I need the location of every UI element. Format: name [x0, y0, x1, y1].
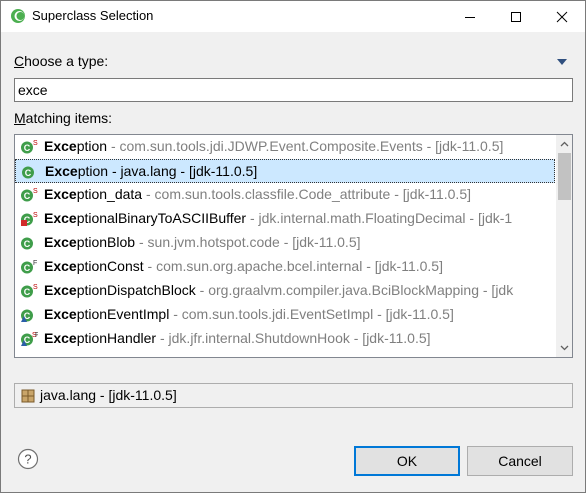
list-scrollbar[interactable] — [556, 135, 572, 357]
package-icon — [21, 389, 35, 403]
item-package: - com.sun.tools.classfile.Code_attribute… — [142, 186, 471, 202]
type-search-input[interactable] — [14, 78, 573, 102]
list-item-selected[interactable]: C Exception - java.lang - [jdk-11.0.5] — [15, 159, 555, 183]
item-match: Exce — [44, 282, 77, 298]
close-button[interactable] — [539, 1, 585, 32]
item-name: ption - java.lang - [jdk-11.0.5] — [77, 163, 258, 179]
scrollbar-thumb[interactable] — [558, 153, 571, 200]
status-text: java.lang - [jdk-11.0.5] — [40, 387, 177, 403]
item-text: ExceptionBlob - sun.jvm.hotspot.code - [… — [44, 234, 361, 250]
item-match: Exce — [44, 138, 77, 154]
close-icon — [556, 11, 568, 22]
scroll-up-icon[interactable] — [560, 141, 569, 147]
class-static-private-icon: CS — [21, 212, 38, 226]
item-package: - jdk.jfr.internal.ShutdownHook - [jdk-1… — [156, 330, 431, 346]
superclass-selection-dialog: Superclass Selection Choose a type: Matc… — [0, 0, 586, 493]
item-match: Exce — [44, 258, 77, 274]
item-match: Exce — [44, 306, 77, 322]
svg-text:S: S — [33, 212, 38, 219]
item-match: Exce — [44, 186, 77, 202]
class-static-icon: CS — [21, 188, 38, 202]
class-final-icon: CF — [21, 260, 37, 274]
list-item[interactable]: CS Exception_data - com.sun.tools.classf… — [15, 183, 555, 207]
minimize-icon — [465, 16, 475, 18]
matching-items-list[interactable]: CS Exception - com.sun.tools.jdi.JDWP.Ev… — [14, 134, 573, 358]
maximize-button[interactable] — [493, 1, 539, 32]
item-package: - com.sun.tools.jdi.EventSetImpl - [jdk-… — [169, 306, 454, 322]
svg-text:C: C — [24, 191, 31, 201]
list-item[interactable]: C ExceptionEventImpl - com.sun.tools.jdi… — [15, 303, 555, 327]
item-name: ptionHandler — [76, 330, 157, 346]
scroll-down-icon[interactable] — [560, 345, 569, 351]
title-bar: Superclass Selection — [1, 1, 585, 32]
minimize-button[interactable] — [447, 1, 493, 32]
list-item[interactable]: CS ExceptionalBinaryToASCIIBuffer - jdk.… — [15, 207, 555, 231]
svg-text:C: C — [24, 263, 31, 273]
item-package: - com.sun.org.apache.bcel.internal - [jd… — [143, 258, 443, 274]
class-icon: C — [22, 166, 34, 179]
item-text: Exception - java.lang - [jdk-11.0.5] — [45, 163, 257, 179]
list-item[interactable]: CS Exception - com.sun.tools.jdi.JDWP.Ev… — [15, 135, 555, 159]
item-name: ption — [76, 138, 108, 154]
svg-text:C: C — [24, 287, 31, 297]
matching-items-text: atching items: — [25, 110, 113, 126]
svg-text:S: S — [33, 188, 38, 195]
help-icon[interactable]: ? — [17, 448, 39, 470]
item-text: ExceptionConst - com.sun.org.apache.bcel… — [44, 258, 443, 274]
list-item[interactable]: C ExceptionBlob - sun.jvm.hotspot.code -… — [15, 231, 555, 255]
list-item[interactable]: CF ExceptionConst - com.sun.org.apache.b… — [15, 255, 555, 279]
item-match: Exce — [45, 163, 78, 179]
eclipse-icon — [11, 9, 25, 23]
item-name: ptionDispatchBlock — [76, 282, 196, 298]
item-text: ExceptionDispatchBlock - org.graalvm.com… — [44, 282, 513, 298]
selected-package-status: java.lang - [jdk-11.0.5] — [14, 383, 573, 408]
class-icon — [20, 355, 38, 358]
choose-type-mnemonic: C — [14, 53, 25, 69]
class-static-final-default-icon: CSF — [21, 332, 38, 346]
item-name: ptionalBinaryToASCIIBuffer — [76, 210, 247, 226]
item-text: Exception - com.sun.tools.jdi.JDWP.Event… — [44, 138, 503, 154]
choose-type-label: Choose a type: — [14, 53, 108, 69]
list-item[interactable]: CS ExceptionDispatchBlock - org.graalvm.… — [15, 279, 555, 303]
item-package: - jdk.internal.math.FloatingDecimal - [j… — [246, 210, 513, 226]
maximize-icon — [511, 11, 521, 22]
cancel-button[interactable]: Cancel — [467, 446, 573, 476]
item-package: - org.graalvm.compiler.java.BciBlockMapp… — [195, 282, 514, 298]
item-name: ptionEventImpl — [76, 306, 170, 322]
svg-text:C: C — [25, 168, 32, 178]
item-package: - com.sun.tools.jdi.JDWP.Event.Composite… — [107, 138, 504, 154]
class-static-icon: CS — [21, 140, 38, 154]
class-static-icon: CS — [21, 284, 38, 298]
class-default-icon: C — [21, 309, 33, 322]
svg-text:?: ? — [24, 452, 31, 467]
item-text: ExceptionEventImpl - com.sun.tools.jdi.E… — [44, 306, 454, 322]
list-item-partial[interactable] — [15, 351, 555, 358]
list-item[interactable]: CSF ExceptionHandler - jdk.jfr.internal.… — [15, 327, 555, 351]
item-match: Exce — [44, 234, 77, 250]
view-menu-icon[interactable] — [556, 58, 568, 66]
item-text: ExceptionalBinaryToASCIIBuffer - jdk.int… — [44, 210, 512, 226]
item-text: Exception_data - com.sun.tools.classfile… — [44, 186, 471, 202]
matching-items-label: Matching items: — [14, 110, 112, 126]
svg-text:S: S — [33, 140, 38, 147]
svg-text:S: S — [33, 284, 38, 291]
choose-type-text: hoose a type: — [24, 53, 109, 69]
item-package: - sun.jvm.hotspot.code - [jdk-11.0.5] — [135, 234, 361, 250]
item-name: ptionBlob — [76, 234, 136, 250]
class-icon: C — [21, 237, 33, 250]
ok-button[interactable]: OK — [354, 446, 460, 476]
item-match: Exce — [44, 210, 77, 226]
window-title: Superclass Selection — [32, 8, 154, 23]
item-name: ptionConst — [76, 258, 144, 274]
svg-text:F: F — [35, 332, 38, 339]
item-name: ption_data — [76, 186, 143, 202]
matching-items-mnemonic: M — [14, 110, 26, 126]
item-text: ExceptionHandler - jdk.jfr.internal.Shut… — [44, 330, 431, 346]
svg-text:F: F — [33, 260, 37, 267]
item-match: Exce — [44, 330, 77, 346]
svg-text:C: C — [24, 239, 31, 249]
svg-text:C: C — [24, 143, 31, 153]
